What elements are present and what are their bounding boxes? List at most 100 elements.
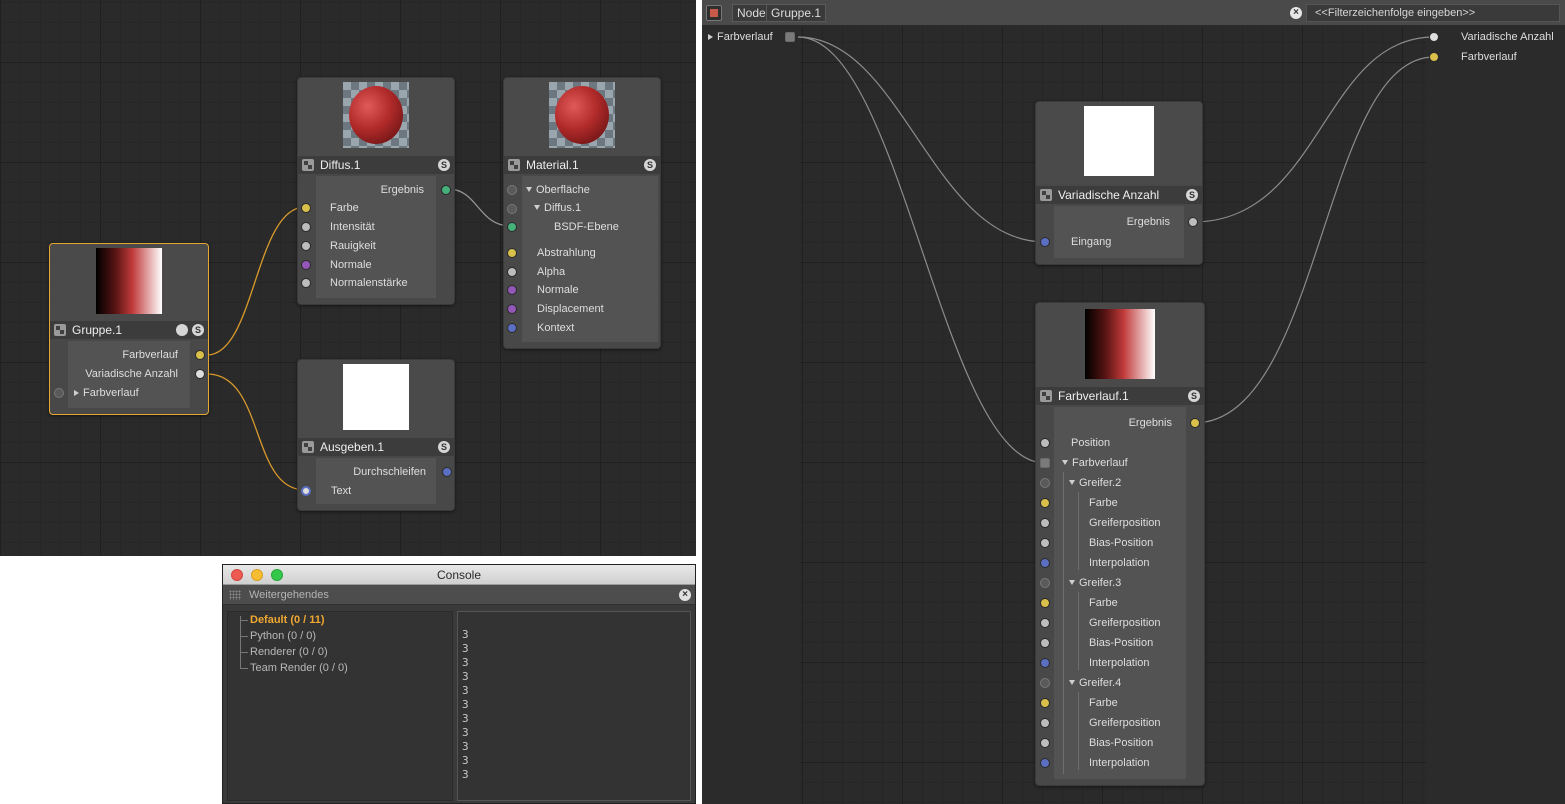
knot-2[interactable]: Greifer.2 [1069, 474, 1121, 492]
diffus-input-port-intensitaet[interactable] [301, 222, 311, 232]
diffus-input-port-normale[interactable] [301, 260, 311, 270]
material-port-abstrahlung[interactable] [507, 248, 517, 258]
knot-4-bias: Bias-Position [1089, 737, 1154, 749]
channel-default[interactable]: Default (0 / 11) [250, 612, 325, 628]
right-node-editor[interactable]: Node Gruppe.1 × <<Filterzeichenfolge ein… [702, 0, 1565, 804]
material-node[interactable]: Material.1 S Oberfläche Diffus.1 BSDF-Eb… [503, 77, 661, 349]
material-port-oberflaeche[interactable] [507, 185, 517, 195]
console-channel-tree[interactable]: Default (0 / 11) Python (0 / 0) Renderer… [227, 611, 453, 801]
gruppe-output-port-farbverlauf[interactable] [195, 350, 205, 360]
solo-badge-icon[interactable]: S [438, 159, 450, 171]
port-knot-4-interp[interactable] [1040, 758, 1050, 768]
material-title: Material.1 [526, 158, 579, 172]
solo-badge-icon[interactable]: S [438, 441, 450, 453]
knot-4[interactable]: Greifer.4 [1069, 674, 1121, 692]
farbverlauf-node[interactable]: Farbverlauf.1 S Ergebnis Position Farbve… [1035, 302, 1205, 786]
port-knot-4-position[interactable] [1040, 718, 1050, 728]
group-output-port-farbverlauf[interactable] [1429, 52, 1439, 62]
port-knot-3-position[interactable] [1040, 618, 1050, 628]
group-input-port[interactable] [785, 32, 795, 42]
diffus-input-rauigkeit: Rauigkeit [330, 240, 376, 252]
expand-triangle-icon[interactable] [1069, 580, 1075, 585]
expand-triangle-icon[interactable] [526, 187, 532, 192]
clear-filter-icon[interactable]: × [1290, 7, 1302, 19]
gruppe-node[interactable]: Gruppe.1 S Farbverlauf Variadische Anzah… [49, 243, 209, 415]
port-knot-2-farbe[interactable] [1040, 498, 1050, 508]
port-gradient[interactable] [1040, 458, 1050, 468]
minimize-window-button[interactable] [251, 569, 263, 581]
expand-triangle-icon[interactable] [708, 34, 713, 40]
diffus-input-farbe: Farbe [330, 202, 359, 214]
console-window[interactable]: Console Weitergehendes × Default (0 / 11… [222, 564, 696, 804]
console-line: 3 [462, 642, 469, 655]
material-port-kontext[interactable] [507, 323, 517, 333]
material-port-displacement[interactable] [507, 304, 517, 314]
diffus-input-port-rauigkeit[interactable] [301, 241, 311, 251]
port-knot-4-bias[interactable] [1040, 738, 1050, 748]
port-knot-2-bias[interactable] [1040, 538, 1050, 548]
material-port-bsdf[interactable] [507, 222, 517, 232]
channel-python[interactable]: Python (0 / 0) [250, 628, 316, 644]
node-type-icon [1040, 189, 1052, 201]
solo-badge-icon[interactable]: S [644, 159, 656, 171]
port-knot-3-bias[interactable] [1040, 638, 1050, 648]
expand-triangle-icon[interactable] [534, 205, 540, 210]
knot-2-farbe: Farbe [1089, 497, 1118, 509]
port-knot-2-interp[interactable] [1040, 558, 1050, 568]
material-tree-diffus[interactable]: Diffus.1 [534, 199, 581, 217]
left-node-editor[interactable]: Diffus.1 S Ergebnis Farbe Intensität Rau… [0, 0, 696, 556]
diffus-output-port[interactable] [441, 185, 451, 195]
gruppe-input-farbverlauf[interactable]: Farbverlauf [74, 384, 139, 402]
port-knot-2-position[interactable] [1040, 518, 1050, 528]
port-knot-3-interp[interactable] [1040, 658, 1050, 668]
solo-badge-icon[interactable]: S [1186, 189, 1198, 201]
diffus-input-port-farbe[interactable] [301, 203, 311, 213]
solo-badge-icon[interactable]: S [1188, 390, 1200, 402]
gruppe-output-port-variadisch[interactable] [195, 369, 205, 379]
port-knot-4-farbe[interactable] [1040, 698, 1050, 708]
group-output-port-variadisch[interactable] [1429, 32, 1439, 42]
variadic-output-port[interactable] [1188, 217, 1198, 227]
port-knot-3[interactable] [1040, 578, 1050, 588]
solo-badge-icon[interactable]: S [192, 324, 204, 336]
filter-input[interactable]: <<Filterzeichenfolge eingeben>> [1306, 4, 1560, 22]
zoom-window-button[interactable] [271, 569, 283, 581]
material-port-diffus[interactable] [507, 204, 517, 214]
port-knot-3-farbe[interactable] [1040, 598, 1050, 608]
node-editor-icon[interactable] [706, 5, 722, 21]
ausgeben-input-text: Text [331, 485, 352, 497]
breadcrumb-gruppe[interactable]: Gruppe.1 [766, 4, 827, 22]
expand-triangle-icon[interactable] [1069, 480, 1075, 485]
port-knot-2[interactable] [1040, 478, 1050, 488]
material-port-normale[interactable] [507, 285, 517, 295]
expand-triangle-icon[interactable] [74, 390, 79, 396]
close-icon[interactable]: × [679, 589, 691, 601]
port-knot-4[interactable] [1040, 678, 1050, 688]
channel-renderer[interactable]: Renderer (0 / 0) [250, 644, 328, 660]
console-output[interactable]: 3 3 3 3 3 3 3 3 3 3 3 [457, 611, 691, 801]
diffus-input-port-normalenstaerke[interactable] [301, 278, 311, 288]
console-titlebar[interactable]: Console [223, 565, 695, 585]
enter-group-icon[interactable] [176, 324, 188, 336]
gruppe-input-port-farbverlauf[interactable] [54, 388, 64, 398]
port-position[interactable] [1040, 438, 1050, 448]
close-window-button[interactable] [231, 569, 243, 581]
variadic-input-port[interactable] [1040, 237, 1050, 247]
material-tree-oberflaeche[interactable]: Oberfläche [526, 181, 590, 199]
farbverlauf-output-port[interactable] [1190, 418, 1200, 428]
expand-triangle-icon[interactable] [1069, 680, 1075, 685]
field-gradient[interactable]: Farbverlauf [1062, 454, 1128, 472]
diffus-node[interactable]: Diffus.1 S Ergebnis Farbe Intensität Rau… [297, 77, 455, 305]
ausgeben-input-port-text[interactable] [301, 486, 311, 496]
gripper-icon[interactable] [229, 590, 241, 600]
ausgeben-node[interactable]: Ausgeben.1 S Durchschleifen Text [297, 359, 455, 511]
ausgeben-output-port[interactable] [442, 467, 452, 477]
farbverlauf-output-label: Ergebnis [1128, 417, 1172, 429]
breadcrumb-node[interactable]: Node [732, 4, 771, 22]
channel-team-render[interactable]: Team Render (0 / 0) [250, 660, 348, 676]
variadic-node[interactable]: Variadische Anzahl S Ergebnis Eingang [1035, 101, 1203, 265]
knot-3[interactable]: Greifer.3 [1069, 574, 1121, 592]
expand-triangle-icon[interactable] [1062, 460, 1068, 465]
material-port-alpha[interactable] [507, 267, 517, 277]
group-input-farbverlauf[interactable]: Farbverlauf [708, 28, 773, 46]
